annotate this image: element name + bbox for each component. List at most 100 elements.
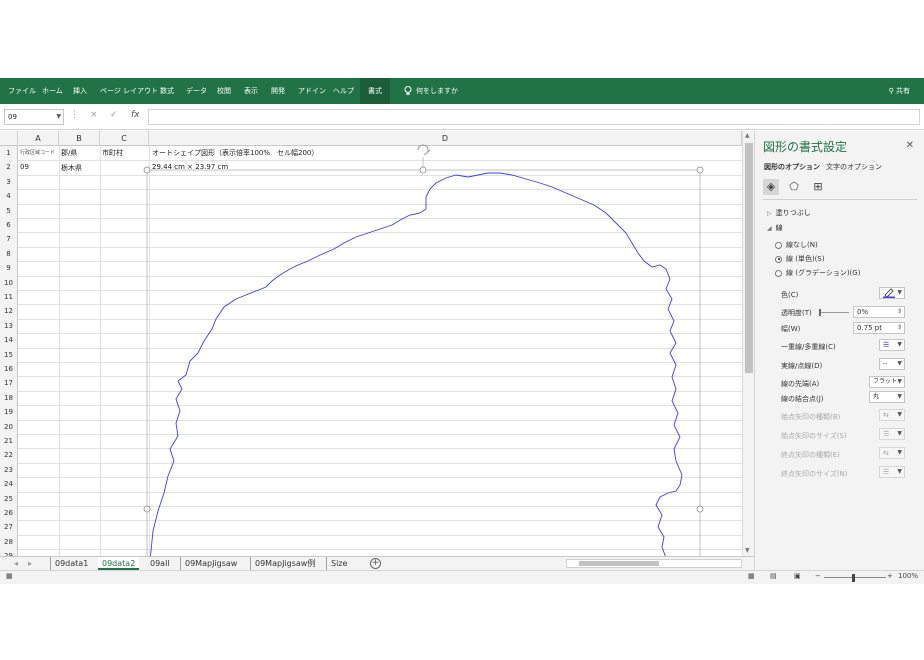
chevron-down-icon: ▼ — [897, 393, 902, 400]
tab-addins[interactable]: アドイン — [298, 78, 326, 104]
tab-data[interactable]: データ — [186, 78, 207, 104]
transparency-slider-knob[interactable] — [819, 309, 821, 316]
horizontal-scrollbar[interactable] — [566, 559, 742, 568]
begin-arrow-type-label: 始点矢印の種類(B) — [781, 413, 841, 421]
more-dots-icon: ⋮ — [70, 110, 79, 120]
tab-formulas[interactable]: 数式 — [160, 78, 174, 104]
vertical-scrollbar[interactable]: ▲ ▼ — [742, 131, 754, 558]
scroll-down-icon[interactable]: ▼ — [745, 547, 750, 554]
compound-type-dropdown[interactable]: ☰ ▼ — [879, 339, 905, 351]
resize-handle[interactable] — [419, 166, 427, 174]
tab-page-layout[interactable]: ページ レイアウト — [100, 78, 158, 104]
cap-type-label: 線の先端(A) — [781, 380, 820, 388]
outline-color-picker[interactable]: ▼ — [879, 287, 905, 299]
end-arrow-size-dropdown: ☰ ▼ — [879, 466, 905, 478]
radio-gradient-line[interactable]: 線 (グラデーション)(G) — [775, 268, 860, 278]
tab-scroll-left-icon[interactable]: ◂ — [10, 557, 22, 570]
width-value: 0.75 pt — [857, 324, 882, 332]
tab-file[interactable]: ファイル — [8, 78, 36, 104]
sheet-tab-size[interactable]: Size — [326, 557, 351, 570]
dash-lines-icon: ┅ — [883, 360, 888, 368]
tab-help[interactable]: ヘルプ — [333, 78, 354, 104]
worksheet-grid[interactable]: A B C D 1 2 3 4 5 6 7 8 9 10 11 12 13 14 15 16 17 18 19 20 2… — [0, 131, 742, 558]
section-fill[interactable]: ▷ 塗りつぶし — [767, 208, 811, 218]
cancel-icon[interactable]: × — [90, 110, 98, 120]
transparency-slider[interactable] — [821, 312, 849, 313]
autoshape-map-outline[interactable] — [0, 131, 742, 558]
sheet-tab-09data2[interactable]: 09data2 — [98, 557, 140, 570]
shape-selection-box — [146, 169, 701, 558]
tab-scroll-right-icon[interactable]: ▸ — [24, 557, 36, 570]
normal-view-icon[interactable]: ▦ — [748, 572, 755, 580]
width-input[interactable]: 0.75 pt ⇕ — [853, 322, 905, 334]
dash-type-dropdown[interactable]: ┅ ▼ — [879, 358, 905, 370]
tab-text-options[interactable]: 文字のオプション — [826, 162, 882, 172]
close-icon[interactable]: ✕ — [906, 140, 914, 151]
formula-input[interactable] — [148, 109, 920, 125]
page-break-view-icon[interactable]: ▣ — [794, 572, 801, 580]
tochigi-map-outline[interactable] — [149, 172, 683, 558]
chevron-down-icon: ◢ — [767, 225, 772, 232]
radio-button-selected[interactable] — [775, 255, 782, 263]
begin-arrow-size-label: 始点矢印のサイズ(S) — [781, 432, 847, 440]
cap-type-dropdown[interactable]: フラット ▼ — [869, 376, 905, 388]
horizontal-scroll-thumb[interactable] — [579, 561, 659, 566]
size-properties-icon[interactable]: ⊞ — [810, 179, 826, 195]
effects-pentagon-icon[interactable]: ⬠ — [786, 179, 802, 195]
tell-me-label: 何をしますか — [416, 87, 458, 95]
scroll-up-icon[interactable]: ▲ — [745, 132, 750, 139]
zoom-in-icon[interactable]: + — [887, 572, 893, 580]
radio-solid-line[interactable]: 線 (単色)(S) — [775, 254, 825, 264]
tab-format[interactable]: 書式 — [360, 78, 390, 104]
macro-record-icon[interactable]: ▦ — [6, 572, 13, 580]
name-box[interactable]: 09 ▼ — [4, 109, 64, 125]
radio-no-line[interactable]: 線なし(N) — [775, 240, 818, 250]
rotation-handle-icon[interactable] — [417, 144, 431, 156]
tab-review[interactable]: 校閲 — [217, 78, 231, 104]
resize-handle[interactable] — [143, 166, 151, 174]
ribbon-tab-bar: ファイル ホーム 挿入 ページ レイアウト 数式 データ 校閲 表示 開発 アド… — [0, 78, 924, 104]
zoom-level[interactable]: 100% — [898, 572, 918, 580]
join-type-value: 丸 — [873, 393, 880, 400]
pen-color-icon — [883, 288, 895, 298]
sheet-tab-09all[interactable]: 09all — [146, 557, 174, 570]
tab-insert[interactable]: 挿入 — [73, 78, 87, 104]
tab-shape-options[interactable]: 図形のオプション — [764, 162, 820, 172]
format-shape-pane: 図形の書式設定 ✕ 図形のオプション 文字のオプション ◈ ⬠ ⊞ ▷ 塗りつぶし… — [754, 131, 924, 570]
resize-handle[interactable] — [143, 505, 151, 513]
cap-type-value: フラット — [873, 378, 898, 385]
sheet-tab-09mapjigsaw[interactable]: 09MapJigsaw — [180, 557, 241, 570]
chevron-down-icon: ▼ — [897, 360, 902, 367]
chevron-down-icon[interactable]: ▼ — [56, 110, 61, 124]
fill-line-icon[interactable]: ◈ — [763, 179, 779, 195]
transparency-input[interactable]: 0% ⇕ — [853, 306, 905, 318]
spinner-icon[interactable]: ⇕ — [897, 307, 902, 317]
vertical-scroll-thumb[interactable] — [745, 143, 753, 373]
resize-handle[interactable] — [696, 166, 704, 174]
tell-me-search[interactable]: 何をしますか — [404, 78, 458, 104]
tab-developer[interactable]: 開発 — [271, 78, 285, 104]
resize-handle[interactable] — [696, 505, 704, 513]
sheet-tab-09data1[interactable]: 09data1 — [50, 557, 92, 570]
section-line[interactable]: ◢ 線 — [767, 223, 783, 233]
section-fill-label: 塗りつぶし — [775, 209, 811, 217]
pane-title: 図形の書式設定 — [763, 140, 848, 154]
begin-arrow-type-dropdown: ⇆ ▼ — [879, 409, 905, 421]
page-layout-view-icon[interactable]: ▤ — [770, 572, 777, 580]
tab-home[interactable]: ホーム — [42, 78, 63, 104]
zoom-out-icon[interactable]: − — [815, 572, 821, 580]
radio-button[interactable] — [775, 241, 782, 249]
spinner-icon[interactable]: ⇕ — [897, 323, 902, 333]
function-icon[interactable]: fx — [131, 110, 140, 120]
person-icon: ⚲ — [888, 87, 896, 95]
tab-view[interactable]: 表示 — [244, 78, 258, 104]
enter-icon[interactable]: ✓ — [110, 110, 118, 120]
zoom-slider-knob[interactable] — [852, 574, 855, 582]
zoom-slider[interactable] — [824, 577, 886, 578]
add-sheet-button[interactable]: + — [370, 558, 381, 569]
compound-lines-icon: ☰ — [883, 341, 890, 349]
radio-button[interactable] — [775, 269, 782, 277]
share-button[interactable]: ⚲ 共有 — [889, 78, 910, 104]
join-type-dropdown[interactable]: 丸 ▼ — [869, 391, 905, 403]
sheet-tab-09mapjigsaw-example[interactable]: 09MapJigsaw例 — [250, 557, 319, 570]
